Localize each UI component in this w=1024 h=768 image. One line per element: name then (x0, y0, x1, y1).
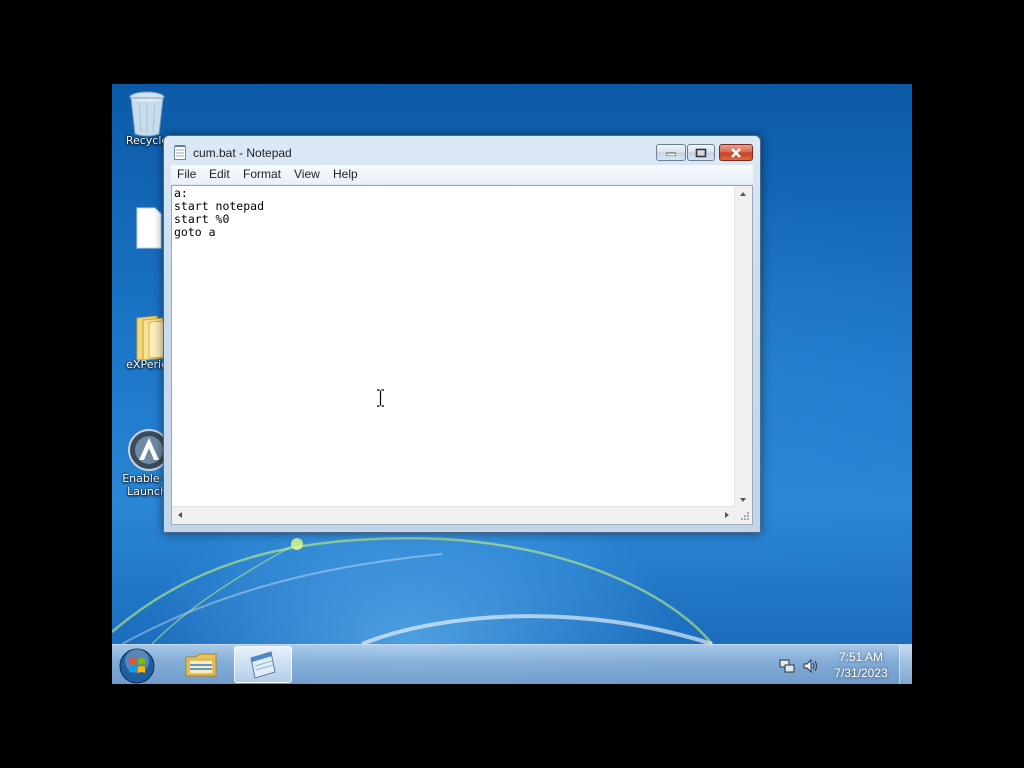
desktop: Recycle eXPerie Enable Q Launch cum.bat … (112, 84, 912, 684)
scroll-right-icon[interactable] (725, 512, 729, 518)
menu-bar: File Edit Format View Help (171, 165, 753, 184)
title-bar[interactable]: cum.bat - Notepad (164, 136, 760, 166)
horizontal-scrollbar[interactable] (172, 506, 735, 524)
taskbar-notepad-button[interactable] (234, 646, 292, 683)
text-editor[interactable]: a: start notepad start %0 goto a (171, 185, 753, 525)
folder-icon (185, 653, 217, 676)
volume-icon[interactable] (802, 658, 818, 674)
close-icon (731, 147, 741, 158)
scroll-left-icon[interactable] (178, 512, 182, 518)
notepad-window[interactable]: cum.bat - Notepad File Edit Format View … (163, 135, 761, 533)
menu-file[interactable]: File (175, 167, 198, 181)
file-icon (127, 206, 167, 250)
show-desktop-button[interactable] (899, 645, 912, 684)
recycle-bin-icon (127, 90, 167, 137)
clock-time: 7:51 AM (838, 650, 884, 664)
size-grip[interactable] (735, 507, 752, 524)
clock-date: 7/31/2023 (834, 666, 888, 680)
notepad-icon (174, 145, 186, 160)
scroll-up-icon[interactable] (740, 192, 746, 196)
network-icon[interactable] (779, 658, 795, 674)
taskbar-explorer-button[interactable] (172, 646, 230, 683)
taskbar: 7:51 AM 7/31/2023 (112, 644, 912, 684)
maximize-button[interactable] (687, 144, 715, 161)
start-button[interactable] (118, 647, 156, 684)
menu-help[interactable]: Help (331, 167, 360, 181)
minimize-icon (666, 152, 676, 156)
menu-format[interactable]: Format (241, 167, 283, 181)
launcher-icon (127, 428, 170, 472)
system-clock[interactable]: 7:51 AM 7/31/2023 (826, 649, 896, 681)
maximize-icon (695, 148, 707, 157)
minimize-button[interactable] (656, 144, 686, 161)
folder-icon (127, 314, 167, 361)
vertical-scrollbar[interactable] (734, 186, 752, 508)
menu-edit[interactable]: Edit (207, 167, 232, 181)
notepad-icon (250, 650, 276, 679)
window-title: cum.bat - Notepad (193, 146, 292, 160)
close-button[interactable] (719, 144, 753, 161)
menu-view[interactable]: View (292, 167, 322, 181)
text-cursor-icon (377, 389, 384, 407)
scroll-down-icon[interactable] (740, 498, 746, 502)
resize-grip-icon (741, 512, 749, 520)
editor-content[interactable]: a: start notepad start %0 goto a (174, 187, 734, 505)
